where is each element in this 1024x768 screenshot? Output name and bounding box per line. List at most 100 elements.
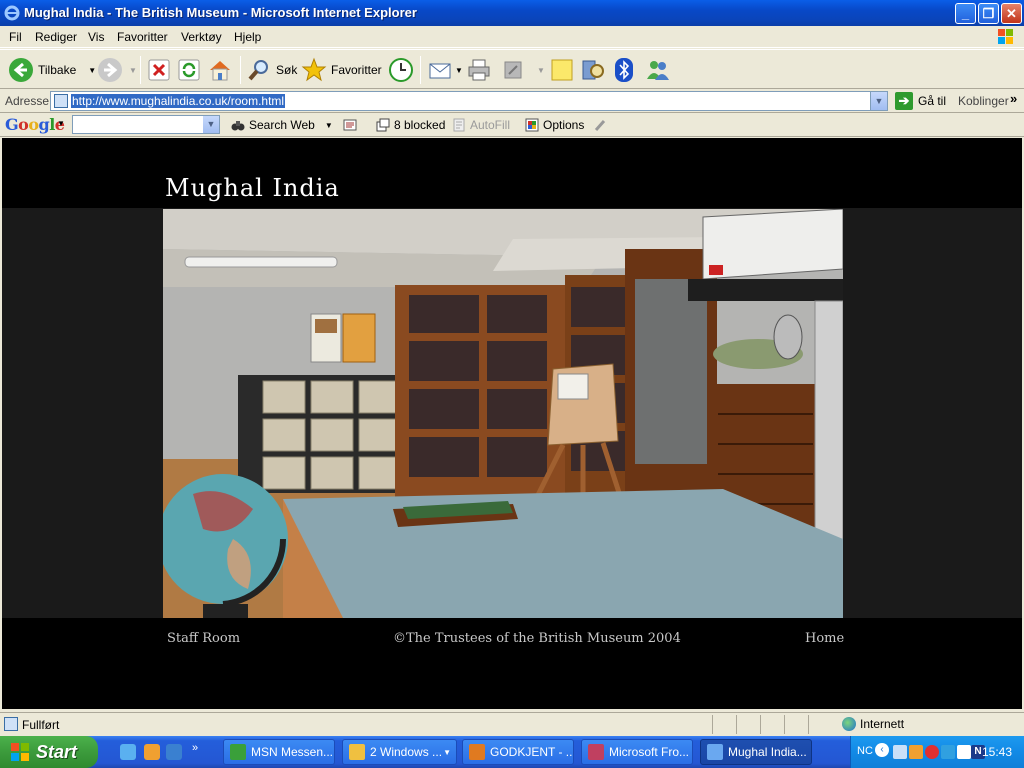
back-label: Tilbake bbox=[38, 63, 77, 77]
autofill-label: AutoFill bbox=[470, 118, 511, 132]
chevron-right-icon[interactable]: » bbox=[1010, 91, 1017, 106]
google-menu-dropdown-icon[interactable]: ▼ bbox=[57, 119, 65, 128]
device-icon[interactable] bbox=[957, 745, 971, 759]
quicklaunch-ie-icon[interactable] bbox=[120, 744, 136, 760]
tray-expand-icon[interactable]: ‹ bbox=[875, 743, 889, 757]
clock-app-icon[interactable] bbox=[909, 745, 923, 759]
home-link[interactable]: Home bbox=[805, 631, 844, 646]
status-text: Fullført bbox=[22, 718, 60, 732]
document-icon bbox=[469, 744, 485, 760]
forward-dropdown-icon[interactable]: ▼ bbox=[129, 66, 137, 75]
history-button[interactable] bbox=[388, 54, 414, 86]
news-button[interactable] bbox=[343, 118, 361, 132]
task-microsoft-frontpage[interactable]: Microsoft Fro... bbox=[581, 739, 693, 765]
highlight-button[interactable] bbox=[593, 118, 611, 132]
menu-favorites[interactable]: Favoritter bbox=[117, 30, 168, 44]
search-button[interactable]: Søk bbox=[246, 54, 297, 86]
network-icon[interactable] bbox=[893, 745, 907, 759]
security-zone[interactable]: Internett bbox=[842, 717, 904, 731]
mail-dropdown-icon[interactable]: ▼ bbox=[455, 66, 463, 75]
maximize-button[interactable]: ❐ bbox=[978, 3, 999, 24]
menu-edit[interactable]: Rediger bbox=[35, 30, 77, 44]
windows-logo-icon bbox=[998, 29, 1013, 44]
popup-blocker-icon bbox=[376, 118, 390, 132]
msn-icon bbox=[230, 744, 246, 760]
standard-toolbar: Tilbake ▼ ▼ Søk Favoritter ▼ ▼ bbox=[0, 49, 1024, 89]
google-search-dropdown-icon[interactable]: ▼ bbox=[203, 116, 219, 133]
google-search-input[interactable]: ▼ bbox=[72, 115, 220, 134]
staff-room-scene[interactable] bbox=[163, 209, 843, 618]
mail-icon bbox=[429, 63, 451, 79]
links-button[interactable]: Koblinger bbox=[958, 94, 1009, 108]
quicklaunch-clock-icon[interactable] bbox=[144, 744, 160, 760]
start-button[interactable]: Start bbox=[0, 736, 98, 768]
search-web-dropdown-icon[interactable]: ▼ bbox=[325, 121, 333, 130]
research-book-icon bbox=[582, 60, 604, 80]
autofill-button[interactable]: AutoFill bbox=[452, 118, 510, 132]
address-dropdown-icon[interactable]: ▼ bbox=[870, 92, 887, 110]
bluetooth-button[interactable] bbox=[614, 54, 634, 86]
antivirus-icon[interactable] bbox=[925, 745, 939, 759]
page-icon bbox=[54, 94, 68, 108]
close-button[interactable]: ✕ bbox=[1001, 3, 1022, 24]
minimize-button[interactable]: _ bbox=[955, 3, 976, 24]
go-arrow-icon: ➔ bbox=[895, 92, 913, 110]
print-button[interactable] bbox=[466, 54, 492, 86]
search-web-button[interactable]: Search Web ▼ bbox=[231, 118, 333, 132]
menu-tools[interactable]: Verktøy bbox=[181, 30, 222, 44]
mail-button[interactable]: ▼ bbox=[428, 54, 463, 86]
refresh-button[interactable] bbox=[176, 54, 202, 86]
history-clock-icon bbox=[389, 58, 413, 82]
menu-file[interactable]: Fil bbox=[9, 30, 22, 44]
go-label: Gå til bbox=[918, 94, 947, 108]
messenger-people-icon bbox=[647, 61, 669, 80]
research-button[interactable] bbox=[580, 54, 606, 86]
task-label: MSN Messen... bbox=[251, 745, 334, 759]
options-icon bbox=[525, 118, 539, 132]
internet-explorer-icon bbox=[4, 5, 20, 21]
discuss-button[interactable] bbox=[549, 54, 575, 86]
title-bar[interactable]: Mughal India - The British Museum - Micr… bbox=[0, 0, 1024, 26]
menu-bar: Fil Rediger Vis Favoritter Verktøy Hjelp bbox=[0, 26, 1024, 48]
task-windows-explorer[interactable]: 2 Windows ... ▼ bbox=[342, 739, 457, 765]
edit-icon bbox=[504, 61, 522, 79]
address-url[interactable]: http://www.mughalindia.co.uk/room.html bbox=[71, 94, 286, 108]
task-godkjent[interactable]: GODKJENT - ... bbox=[462, 739, 574, 765]
go-button[interactable]: ➔ Gå til bbox=[895, 92, 946, 110]
address-input[interactable]: http://www.mughalindia.co.uk/room.html ▼ bbox=[50, 91, 888, 111]
status-pane bbox=[808, 715, 838, 734]
favorites-button[interactable]: Favoritter bbox=[301, 54, 382, 86]
status-pane bbox=[712, 715, 736, 734]
home-button[interactable] bbox=[207, 54, 233, 86]
back-dropdown-icon[interactable]: ▼ bbox=[88, 66, 96, 75]
popup-blocker-button[interactable]: 8 blocked bbox=[376, 118, 445, 132]
quicklaunch-chevron-icon[interactable]: » bbox=[192, 742, 198, 754]
task-group-dropdown-icon[interactable]: ▼ bbox=[443, 748, 451, 757]
edit-button[interactable]: ▼ bbox=[503, 54, 545, 86]
status-pane bbox=[760, 715, 784, 734]
edit-dropdown-icon[interactable]: ▼ bbox=[537, 66, 545, 75]
search-icon bbox=[248, 60, 268, 81]
toolbar-separator bbox=[240, 56, 241, 84]
window-title: Mughal India - The British Museum - Micr… bbox=[24, 5, 417, 20]
google-logo[interactable]: Google bbox=[5, 115, 65, 134]
note-icon bbox=[551, 59, 573, 81]
forward-button[interactable]: ▼ bbox=[97, 54, 137, 86]
internet-globe-icon bbox=[842, 717, 856, 731]
menu-help[interactable]: Hjelp bbox=[234, 30, 261, 44]
zone-label: Internett bbox=[860, 717, 905, 731]
menu-view[interactable]: Vis bbox=[88, 30, 104, 44]
quicklaunch-browser-icon[interactable] bbox=[166, 744, 182, 760]
options-button[interactable]: Options bbox=[525, 118, 584, 132]
page-done-icon bbox=[4, 717, 18, 731]
messenger-tray-icon[interactable] bbox=[941, 745, 955, 759]
stop-button[interactable] bbox=[146, 54, 172, 86]
page-content: Mughal India Staff Room ©The Trustees of… bbox=[2, 138, 1022, 709]
messenger-button[interactable] bbox=[645, 54, 671, 86]
windows-flag-icon bbox=[11, 743, 29, 761]
task-msn-messenger[interactable]: MSN Messen... bbox=[223, 739, 335, 765]
status-pane bbox=[784, 715, 808, 734]
task-mughal-india-ie[interactable]: Mughal India... bbox=[700, 739, 812, 765]
back-button[interactable]: Tilbake ▼ bbox=[8, 54, 96, 86]
staff-room-link[interactable]: Staff Room bbox=[167, 631, 240, 646]
